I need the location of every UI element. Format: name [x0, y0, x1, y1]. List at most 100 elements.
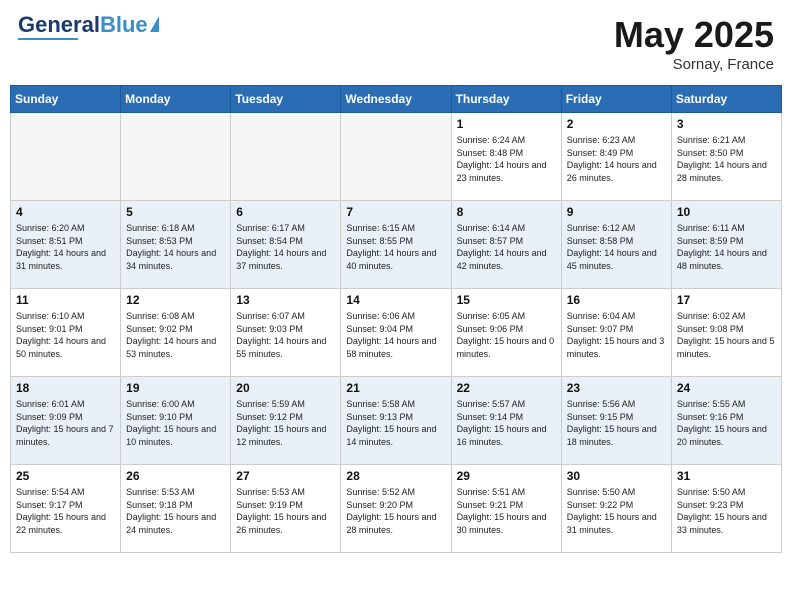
day-info: Sunrise: 5:50 AMSunset: 9:22 PMDaylight:… [567, 486, 666, 536]
calendar-cell: 9 Sunrise: 6:12 AMSunset: 8:58 PMDaylight… [561, 201, 671, 289]
calendar-cell: 24Sunrise: 5:55 AMSunset: 9:16 PMDayligh… [671, 377, 781, 465]
day-info: Sunrise: 5:54 AMSunset: 9:17 PMDaylight:… [16, 486, 115, 536]
day-number: 30 [567, 469, 666, 483]
calendar-week-2: 4 Sunrise: 6:20 AMSunset: 8:51 PMDaylight… [11, 201, 782, 289]
calendar-cell: 22Sunrise: 5:57 AMSunset: 9:14 PMDayligh… [451, 377, 561, 465]
month-title: May 2025 [614, 14, 774, 56]
day-info: Sunrise: 5:55 AMSunset: 9:16 PMDaylight:… [677, 398, 776, 448]
day-number: 28 [346, 469, 445, 483]
calendar-cell [11, 113, 121, 201]
day-info: Sunrise: 6:12 AMSunset: 8:58 PMDaylight:… [567, 222, 666, 272]
day-info: Sunrise: 6:24 AMSunset: 8:48 PMDaylight:… [457, 134, 556, 184]
day-info: Sunrise: 6:10 AMSunset: 9:01 PMDaylight:… [16, 310, 115, 360]
calendar-cell: 10Sunrise: 6:11 AMSunset: 8:59 PMDayligh… [671, 201, 781, 289]
day-info: Sunrise: 6:08 AMSunset: 9:02 PMDaylight:… [126, 310, 225, 360]
calendar-cell: 4 Sunrise: 6:20 AMSunset: 8:51 PMDaylight… [11, 201, 121, 289]
day-info: Sunrise: 6:06 AMSunset: 9:04 PMDaylight:… [346, 310, 445, 360]
day-info: Sunrise: 5:52 AMSunset: 9:20 PMDaylight:… [346, 486, 445, 536]
header-day-saturday: Saturday [671, 86, 781, 113]
header-day-thursday: Thursday [451, 86, 561, 113]
calendar-cell: 8 Sunrise: 6:14 AMSunset: 8:57 PMDaylight… [451, 201, 561, 289]
day-info: Sunrise: 5:51 AMSunset: 9:21 PMDaylight:… [457, 486, 556, 536]
day-number: 20 [236, 381, 335, 395]
calendar-cell: 19 Sunrise: 6:00 AMSunset: 9:10 PMDayligh… [121, 377, 231, 465]
day-number: 15 [457, 293, 556, 307]
day-number: 6 [236, 205, 335, 219]
calendar-cell: 27 Sunrise: 5:53 AMSunset: 9:19 PMDayligh… [231, 465, 341, 553]
header-day-tuesday: Tuesday [231, 86, 341, 113]
logo: GeneralBlue [18, 14, 159, 40]
day-info: Sunrise: 5:58 AMSunset: 9:13 PMDaylight:… [346, 398, 445, 448]
calendar-cell: 3 Sunrise: 6:21 AMSunset: 8:50 PMDaylight… [671, 113, 781, 201]
day-info: Sunrise: 6:01 AMSunset: 9:09 PMDaylight:… [16, 398, 115, 448]
calendar-week-5: 25 Sunrise: 5:54 AMSunset: 9:17 PMDayligh… [11, 465, 782, 553]
day-number: 22 [457, 381, 556, 395]
page-header: GeneralBlue May 2025 Sornay, France [10, 10, 782, 77]
day-info: Sunrise: 6:02 AMSunset: 9:08 PMDaylight:… [677, 310, 776, 360]
location-label: Sornay, France [614, 56, 774, 73]
calendar-week-4: 18 Sunrise: 6:01 AMSunset: 9:09 PMDayligh… [11, 377, 782, 465]
header-day-wednesday: Wednesday [341, 86, 451, 113]
calendar-cell: 21 Sunrise: 5:58 AMSunset: 9:13 PMDayligh… [341, 377, 451, 465]
day-info: Sunrise: 6:05 AMSunset: 9:06 PMDaylight:… [457, 310, 556, 360]
calendar-cell: 16 Sunrise: 6:04 AMSunset: 9:07 PMDayligh… [561, 289, 671, 377]
day-number: 9 [567, 205, 666, 219]
calendar-cell: 31 Sunrise: 5:50 AMSunset: 9:23 PMDayligh… [671, 465, 781, 553]
day-number: 8 [457, 205, 556, 219]
day-number: 5 [126, 205, 225, 219]
day-info: Sunrise: 6:15 AMSunset: 8:55 PMDaylight:… [346, 222, 445, 272]
day-number: 4 [16, 205, 115, 219]
day-info: Sunrise: 6:07 AMSunset: 9:03 PMDaylight:… [236, 310, 335, 360]
day-info: Sunrise: 5:59 AMSunset: 9:12 PMDaylight:… [236, 398, 335, 448]
calendar-cell: 29 Sunrise: 5:51 AMSunset: 9:21 PMDayligh… [451, 465, 561, 553]
day-number: 25 [16, 469, 115, 483]
calendar-cell: 28 Sunrise: 5:52 AMSunset: 9:20 PMDayligh… [341, 465, 451, 553]
day-number: 31 [677, 469, 776, 483]
day-info: Sunrise: 5:53 AMSunset: 9:19 PMDaylight:… [236, 486, 335, 536]
day-info: Sunrise: 6:04 AMSunset: 9:07 PMDaylight:… [567, 310, 666, 360]
calendar-cell: 12 Sunrise: 6:08 AMSunset: 9:02 PMDayligh… [121, 289, 231, 377]
calendar-cell: 30 Sunrise: 5:50 AMSunset: 9:22 PMDayligh… [561, 465, 671, 553]
day-number: 27 [236, 469, 335, 483]
day-number: 3 [677, 117, 776, 131]
day-number: 21 [346, 381, 445, 395]
day-info: Sunrise: 6:14 AMSunset: 8:57 PMDaylight:… [457, 222, 556, 272]
calendar-cell: 1Sunrise: 6:24 AMSunset: 8:48 PMDaylight… [451, 113, 561, 201]
calendar-table: SundayMondayTuesdayWednesdayThursdayFrid… [10, 85, 782, 553]
calendar-cell: 7Sunrise: 6:15 AMSunset: 8:55 PMDaylight… [341, 201, 451, 289]
title-area: May 2025 Sornay, France [614, 14, 774, 73]
logo-underline [18, 38, 78, 40]
day-info: Sunrise: 6:23 AMSunset: 8:49 PMDaylight:… [567, 134, 666, 184]
day-number: 2 [567, 117, 666, 131]
day-number: 14 [346, 293, 445, 307]
day-number: 11 [16, 293, 115, 307]
header-day-friday: Friday [561, 86, 671, 113]
calendar-cell: 25 Sunrise: 5:54 AMSunset: 9:17 PMDayligh… [11, 465, 121, 553]
day-info: Sunrise: 6:00 AMSunset: 9:10 PMDaylight:… [126, 398, 225, 448]
day-number: 13 [236, 293, 335, 307]
calendar-cell [121, 113, 231, 201]
day-info: Sunrise: 5:50 AMSunset: 9:23 PMDaylight:… [677, 486, 776, 536]
calendar-cell: 6Sunrise: 6:17 AMSunset: 8:54 PMDaylight… [231, 201, 341, 289]
day-info: Sunrise: 6:20 AMSunset: 8:51 PMDaylight:… [16, 222, 115, 272]
calendar-cell: 2 Sunrise: 6:23 AMSunset: 8:49 PMDaylight… [561, 113, 671, 201]
day-number: 18 [16, 381, 115, 395]
day-number: 23 [567, 381, 666, 395]
calendar-cell: 17 Sunrise: 6:02 AMSunset: 9:08 PMDayligh… [671, 289, 781, 377]
logo-triangle-icon [150, 16, 159, 32]
logo-text: GeneralBlue [18, 14, 148, 36]
day-number: 29 [457, 469, 556, 483]
day-number: 26 [126, 469, 225, 483]
calendar-cell: 15 Sunrise: 6:05 AMSunset: 9:06 PMDayligh… [451, 289, 561, 377]
calendar-header-row: SundayMondayTuesdayWednesdayThursdayFrid… [11, 86, 782, 113]
day-info: Sunrise: 5:56 AMSunset: 9:15 PMDaylight:… [567, 398, 666, 448]
day-number: 16 [567, 293, 666, 307]
day-number: 17 [677, 293, 776, 307]
day-info: Sunrise: 6:18 AMSunset: 8:53 PMDaylight:… [126, 222, 225, 272]
day-number: 19 [126, 381, 225, 395]
calendar-cell: 13 Sunrise: 6:07 AMSunset: 9:03 PMDayligh… [231, 289, 341, 377]
calendar-cell [231, 113, 341, 201]
day-number: 12 [126, 293, 225, 307]
day-info: Sunrise: 6:21 AMSunset: 8:50 PMDaylight:… [677, 134, 776, 184]
day-info: Sunrise: 5:53 AMSunset: 9:18 PMDaylight:… [126, 486, 225, 536]
